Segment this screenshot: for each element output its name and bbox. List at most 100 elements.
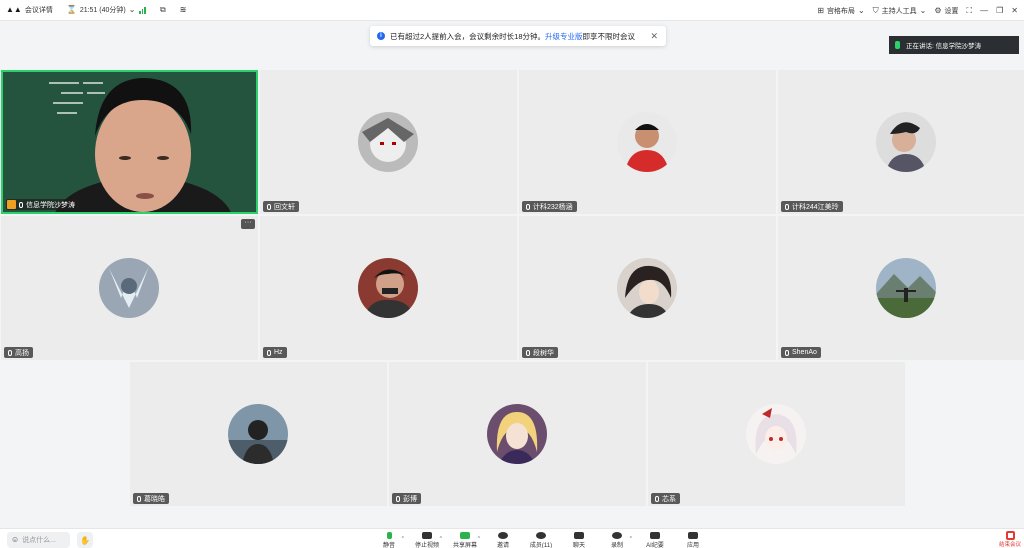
timer-label: 21:51 (40分钟) (79, 7, 126, 14)
participant-name: 计科232杨涵 (533, 203, 573, 211)
hand-icon: ✋ (80, 535, 90, 545)
speaking-indicator: 正在讲话: 信息学院沙梦涛 (889, 36, 1019, 54)
end-meeting-button[interactable]: 结束会议 (999, 531, 1021, 548)
bottom-toolbar: ☺ 说点什么... ✋ 静音 ^ 停止视频 ^ 共享屏幕 ^ 邀请 成员(11) (0, 528, 1024, 548)
emoji-icon: ☺ (11, 535, 20, 544)
tool-label: 静音 (382, 543, 395, 548)
chevron-up-icon[interactable]: ^ (630, 536, 632, 542)
participant-name: ShenAo (792, 349, 817, 356)
avatar (876, 258, 936, 318)
participant-name: 葛晓皓 (144, 495, 165, 503)
host-icon (7, 200, 16, 209)
meeting-details-button[interactable]: ▲▲ 会议详情 (6, 5, 53, 15)
video-tile[interactable]: 信息学院沙梦涛 (1, 70, 258, 214)
mic-muted-icon (655, 495, 659, 502)
mic-muted-icon (267, 349, 271, 356)
chevron-up-icon[interactable]: ^ (402, 536, 404, 542)
exit-icon (1005, 531, 1015, 540)
camera-video (3, 72, 256, 212)
video-tile[interactable]: Hz (260, 216, 517, 360)
host-tools-button[interactable]: ⛉ 主持人工具 ⌄ (873, 6, 927, 16)
meeting-details-label: 会议详情 (24, 7, 53, 14)
avatar (617, 258, 677, 318)
avatar-icon[interactable]: ≋ (180, 6, 187, 14)
tool-label: 共享屏幕 (452, 543, 477, 548)
invite-button[interactable]: 邀请 (484, 529, 522, 548)
settings-label: 设置 (944, 7, 959, 15)
logo-icon: ▲▲ (6, 5, 22, 14)
close-icon[interactable]: ✕ (1011, 6, 1018, 15)
video-tile[interactable]: 计科232杨涵 (519, 70, 776, 214)
chevron-up-icon[interactable]: ^ (478, 536, 480, 542)
participant-name: 芯系 (662, 495, 676, 503)
participant-name: 计科244江美玲 (792, 203, 839, 211)
video-tile[interactable]: ShenAo (778, 216, 1024, 360)
stop-video-button[interactable]: 停止视频 ^ (408, 529, 446, 548)
gear-icon: ⚙ (934, 5, 942, 15)
view-layout-button[interactable]: ⊞ 宫格布局 ⌄ (817, 6, 864, 16)
avatar (746, 404, 806, 464)
avatar (358, 112, 418, 172)
hourglass-icon: ⌛ (66, 5, 77, 14)
settings-button[interactable]: ⚙ 设置 (934, 6, 958, 16)
notice-text-after: 即享不限时会议 (582, 31, 636, 41)
mic-muted-icon (137, 495, 141, 502)
mute-button[interactable]: 静音 ^ (370, 529, 408, 548)
tool-label: 应用 (686, 543, 699, 548)
chevron-down-icon: ⌄ (919, 5, 927, 15)
participant-name-tag: Hz (263, 347, 287, 358)
popout-icon[interactable]: ⧉ (160, 6, 166, 14)
video-tile[interactable]: 段树华 (519, 216, 776, 360)
raise-hand-button[interactable]: ✋ (77, 532, 93, 548)
participant-name: 高扬 (15, 349, 29, 357)
participant-name-tag: 信息学院沙梦涛 (6, 199, 79, 210)
ai-summary-button[interactable]: AI纪要 (636, 529, 674, 548)
mic-muted-icon (785, 203, 789, 210)
camera-icon (422, 532, 432, 539)
minimize-icon[interactable]: — (980, 6, 988, 15)
tool-label: 成员(11) (529, 543, 553, 548)
members-button[interactable]: 成员(11) (522, 529, 560, 548)
participant-name-tag: 段树华 (522, 347, 558, 358)
tool-label: 停止视频 (414, 543, 439, 548)
chat-placeholder: 说点什么... (22, 537, 57, 544)
info-icon: i (377, 32, 385, 40)
restore-icon[interactable]: ❐ (996, 6, 1003, 15)
shield-icon: ⛉ (872, 5, 879, 15)
fullscreen-icon[interactable]: ⛶ (967, 6, 973, 15)
participant-name: 回文轩 (274, 203, 295, 211)
time-limit-notice: i 已有超过2人提前入会，会议剩余时长18分钟。升级专业版即享不限时会议 ✕ (370, 26, 666, 46)
video-tile[interactable]: 回文轩 (260, 70, 517, 214)
ai-notes-icon (650, 532, 660, 539)
tool-label: 聊天 (572, 543, 585, 548)
apps-button[interactable]: 应用 (674, 529, 712, 548)
avatar (487, 404, 547, 464)
video-tile[interactable]: 彭博 (389, 362, 646, 506)
participant-name-tag: 芯系 (651, 493, 680, 504)
video-tile[interactable]: 葛晓皓 (130, 362, 387, 506)
chat-input[interactable]: ☺ 说点什么... (7, 532, 70, 548)
participant-name: 信息学院沙梦涛 (26, 201, 75, 209)
close-icon[interactable]: ✕ (650, 31, 658, 42)
more-options-button[interactable]: ··· (241, 219, 255, 229)
mic-muted-icon (526, 203, 530, 210)
participant-name-tag: 高扬 (4, 347, 33, 358)
chevron-down-icon: ⌄ (128, 5, 136, 14)
record-button[interactable]: 录制 ^ (598, 529, 636, 548)
mic-muted-icon (785, 349, 789, 356)
share-screen-button[interactable]: 共享屏幕 ^ (446, 529, 484, 548)
meeting-timer[interactable]: ⌛ 21:51 (40分钟) ⌄ (67, 5, 136, 15)
mic-icon (19, 201, 23, 208)
avatar (617, 112, 677, 172)
participant-name-tag: 计科232杨涵 (522, 201, 577, 212)
chat-button[interactable]: 聊天 (560, 529, 598, 548)
video-tile[interactable]: 芯系 (648, 362, 905, 506)
video-tile[interactable]: 计科244江美玲 (778, 70, 1024, 214)
mic-muted-icon (8, 349, 12, 356)
chevron-up-icon[interactable]: ^ (440, 536, 442, 542)
upgrade-link[interactable]: 升级专业版 (545, 32, 583, 41)
video-tile[interactable]: ··· 高扬 (1, 216, 258, 360)
signal-icon (139, 6, 146, 14)
view-layout-label: 宫格布局 (826, 7, 855, 15)
mic-icon (386, 532, 392, 539)
